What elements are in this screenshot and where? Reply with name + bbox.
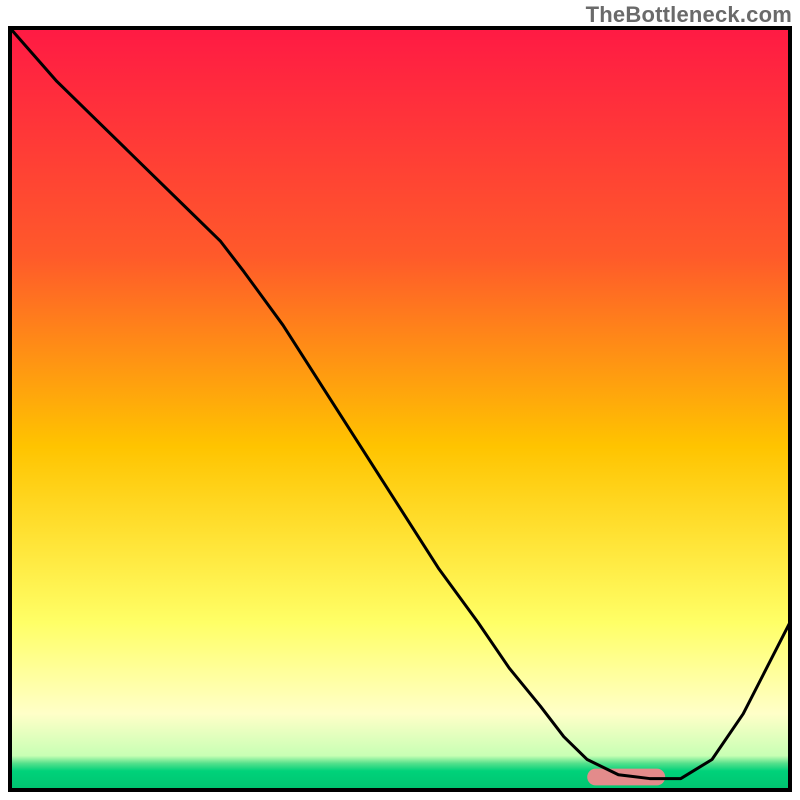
watermark-label: TheBottleneck.com bbox=[586, 2, 792, 28]
bottleneck-chart bbox=[0, 0, 800, 800]
chart-background-gradient bbox=[10, 28, 790, 790]
